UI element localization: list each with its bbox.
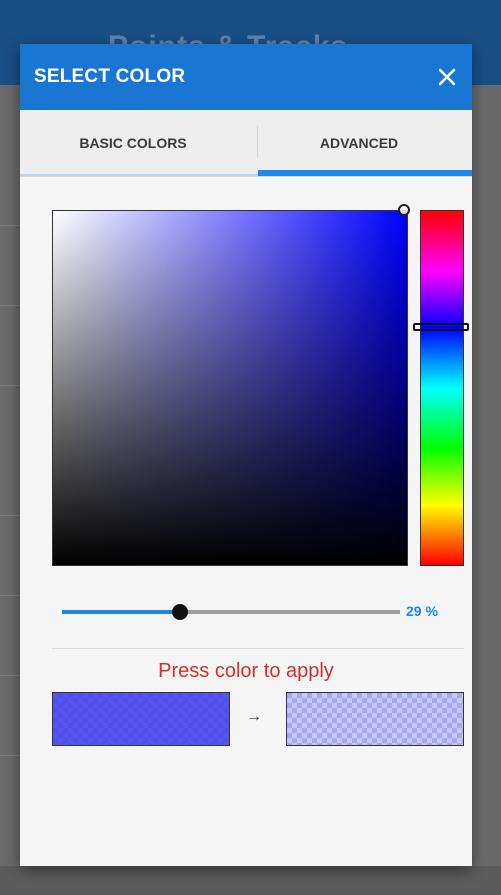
tab-underline [20, 174, 258, 176]
current-color-swatch[interactable] [52, 692, 230, 746]
background-divider [0, 385, 20, 386]
background-divider [0, 225, 20, 226]
select-color-dialog: SELECT COLOR BASIC COLORS ADVANCED 29 % … [20, 44, 472, 866]
opacity-slider-fill [62, 610, 181, 614]
background-divider [0, 515, 20, 516]
apply-hint: Press color to apply [158, 660, 334, 682]
dialog-header: SELECT COLOR [20, 44, 472, 110]
background-divider [0, 675, 20, 676]
divider [52, 648, 464, 649]
close-button[interactable] [428, 58, 466, 96]
arrow-icon: → [246, 708, 262, 725]
dialog-title: SELECT COLOR [34, 66, 186, 87]
background-list-right [472, 85, 501, 895]
hue-slider[interactable] [420, 210, 464, 566]
tab-selected-indicator [258, 170, 472, 176]
background-list-left [0, 85, 20, 895]
background-divider [0, 755, 20, 756]
color-picker-cursor[interactable] [398, 204, 410, 216]
background-divider [0, 595, 20, 596]
opacity-slider-thumb[interactable] [172, 604, 189, 620]
close-icon [438, 68, 456, 86]
new-color-swatch[interactable] [286, 692, 464, 746]
opacity-value: 29 % [406, 603, 438, 619]
background-bottom [0, 866, 501, 895]
saturation-value-picker[interactable] [52, 210, 408, 566]
tab-basic-colors[interactable]: BASIC COLORS [20, 110, 246, 176]
tab-bar: BASIC COLORS ADVANCED [20, 110, 472, 177]
hue-slider-handle[interactable] [413, 323, 469, 331]
tab-advanced[interactable]: ADVANCED [246, 110, 472, 176]
background-divider [0, 305, 20, 306]
screen: Points & Tracks SELECT COLOR BASIC COLOR… [0, 0, 501, 895]
value-gradient [53, 211, 407, 565]
opacity-slider[interactable] [62, 602, 400, 622]
